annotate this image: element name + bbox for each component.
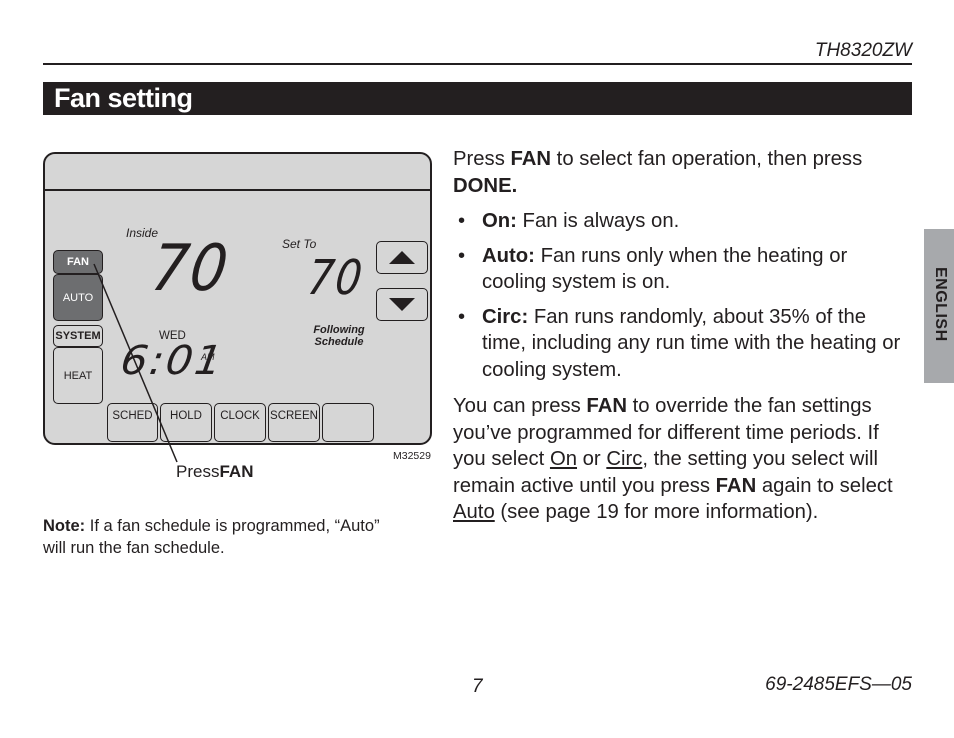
override-text: (see page 19 for more information). [494, 501, 819, 523]
fan-key-label: FAN [715, 474, 757, 497]
system-button[interactable]: SYSTEM [53, 325, 103, 347]
triangle-up-icon [389, 251, 415, 264]
hold-button[interactable]: HOLD [160, 403, 212, 442]
override-text: You can press [453, 395, 587, 417]
screen-button[interactable]: SCREEN [268, 403, 320, 442]
schedule-status-line-2: Schedule [314, 336, 364, 348]
override-text: or [577, 448, 607, 470]
intro-text-1: Press [453, 148, 511, 170]
circ-term: Circ [606, 448, 643, 470]
page-number: 7 [472, 676, 483, 697]
fan-button[interactable]: FAN [53, 250, 103, 274]
bullet-term: Circ: [482, 305, 529, 328]
set-temperature: 70 [304, 250, 367, 306]
ampm-label: AM [201, 352, 215, 362]
done-key-label: DONE. [453, 174, 518, 197]
section-title: Fan setting [54, 83, 193, 113]
language-label: ENGLISH [932, 267, 949, 342]
fan-mode-display: AUTO [53, 274, 103, 321]
header-rule [43, 63, 912, 65]
list-item: Circ: Fan runs randomly, about 35% of th… [453, 304, 913, 384]
figure-id: M32529 [393, 450, 431, 462]
note-label: Note: [43, 517, 86, 535]
document-number: 69-2485EFS—05 [765, 674, 912, 695]
bullet-text: Fan runs randomly, about 35% of the time… [482, 305, 901, 381]
blank-soft-button[interactable] [322, 403, 374, 442]
list-item: Auto: Fan runs only when the heating or … [453, 243, 913, 296]
override-paragraph: You can press FAN to override the fan se… [453, 393, 913, 526]
sched-button[interactable]: SCHED [107, 403, 158, 442]
bullet-text: Fan runs only when the heating or coolin… [482, 244, 848, 294]
bullet-term: On: [482, 210, 517, 232]
auto-term: Auto [453, 501, 495, 523]
press-fan-callout: PressFAN [176, 462, 253, 482]
note: Note: If a fan schedule is programmed, “… [43, 515, 403, 559]
schedule-status-line-1: Following [313, 324, 365, 336]
inside-label: Inside [126, 226, 159, 240]
triangle-down-icon [389, 298, 415, 311]
fan-key-label: FAN [586, 395, 627, 417]
model-number: TH8320ZW [814, 40, 912, 61]
callout-prefix: Press [176, 462, 220, 481]
thermostat-illustration: Inside 70 Set To 70 WED 6:01 AM Followin… [43, 152, 432, 445]
bullet-term: Auto: [482, 244, 535, 267]
list-item: On: Fan is always on. [453, 208, 913, 235]
bullet-text: Fan is always on. [516, 210, 680, 232]
callout-key: FAN [219, 462, 254, 481]
language-tab: ENGLISH [924, 229, 954, 383]
body-text: Press FAN to select fan operation, then … [453, 146, 913, 526]
intro-text-2: to select fan operation, then press [551, 148, 863, 170]
inside-temperature: 70 [147, 232, 234, 306]
fan-mode-list: On: Fan is always on. Auto: Fan runs onl… [453, 208, 913, 383]
section-header-bar: Fan setting [43, 82, 912, 115]
note-text: If a fan schedule is programmed, “Auto” … [43, 517, 380, 557]
system-mode-display: HEAT [53, 347, 103, 404]
intro-paragraph: Press FAN to select fan operation, then … [453, 146, 913, 199]
override-text: again to select [756, 474, 893, 497]
display-divider [45, 189, 430, 191]
set-to-label: Set To [282, 237, 317, 251]
temperature-up-button[interactable] [376, 241, 428, 274]
temperature-down-button[interactable] [376, 288, 428, 321]
clock-button[interactable]: CLOCK [214, 403, 266, 442]
on-term: On [549, 448, 578, 470]
fan-key-label: FAN [510, 148, 552, 170]
schedule-status: Following Schedule [299, 324, 379, 348]
